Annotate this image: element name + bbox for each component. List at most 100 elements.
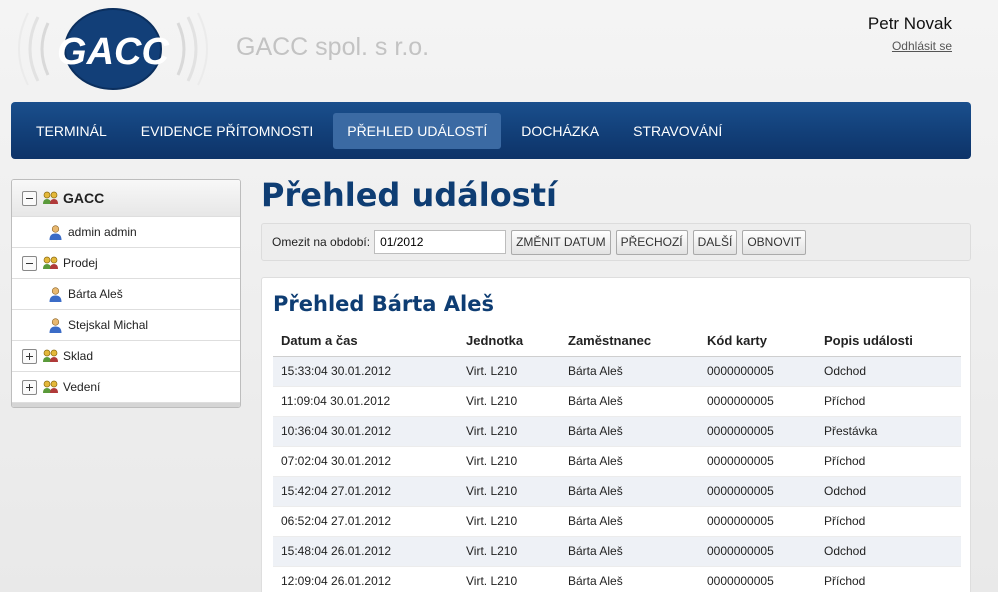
sidebar-tree: GACC admin admin Prodej Bárta Aleš Stejs… [11,179,241,408]
nav-item-catering[interactable]: STRAVOVÁNÍ [619,113,736,149]
table-row[interactable]: 07:02:04 30.01.2012 Virt. L210 Bárta Ale… [273,446,961,477]
cell-datetime: 12:09:04 26.01.2012 [273,566,458,592]
cell-employee: Bárta Aleš [560,476,699,507]
tree-user-admin[interactable]: admin admin [12,217,240,248]
cell-unit: Virt. L210 [458,416,560,447]
user-name: Petr Novak [867,14,952,33]
cell-event: Příchod [816,446,961,477]
tree-group-gacc[interactable]: GACC [12,180,240,217]
cell-datetime: 11:09:04 30.01.2012 [273,386,458,417]
sidebar-footer [12,403,240,407]
change-date-button[interactable]: ZMĚNIT DATUM [511,229,611,255]
collapse-icon[interactable] [22,255,37,271]
nav-item-attendance[interactable]: DOCHÁZKA [507,113,613,149]
tree-group-vedeni[interactable]: Vedení [12,372,240,403]
cell-datetime: 15:42:04 27.01.2012 [273,476,458,507]
cell-event: Příchod [816,566,961,592]
cell-employee: Bárta Aleš [560,416,699,447]
cell-unit: Virt. L210 [458,386,560,417]
cell-event: Odchod [816,476,961,507]
cell-employee: Bárta Aleš [560,536,699,567]
group-icon [43,380,58,393]
cell-card-code: 0000000005 [699,386,816,417]
cell-card-code: 0000000005 [699,506,816,537]
cell-card-code: 0000000005 [699,566,816,592]
table-header-row: Datum a čas Jednotka Zaměstnanec Kód kar… [273,326,961,357]
tree-group-sklad[interactable]: Sklad [12,341,240,372]
period-filter: Omezit na období: ZMĚNIT DATUM PŘECHOZÍ … [261,223,971,261]
tree-user-barta[interactable]: Bárta Aleš [12,279,240,310]
table-row[interactable]: 11:09:04 30.01.2012 Virt. L210 Bárta Ale… [273,386,961,417]
company-name: GACC spol. s r.o. [236,33,430,61]
user-icon [49,317,62,333]
cell-unit: Virt. L210 [458,476,560,507]
cell-event: Příchod [816,386,961,417]
cell-datetime: 10:36:04 30.01.2012 [273,416,458,447]
cell-employee: Bárta Aleš [560,506,699,537]
refresh-button[interactable]: OBNOVIT [742,229,807,255]
table-row[interactable]: 12:09:04 26.01.2012 Virt. L210 Bárta Ale… [273,566,961,592]
events-panel: Přehled Bárta Aleš Datum a čas Jednotka … [261,277,971,592]
tree-label: Prodej [63,256,98,270]
cell-event: Odchod [816,356,961,387]
column-header-employee[interactable]: Zaměstnanec [560,326,699,357]
table-row[interactable]: 15:48:04 26.01.2012 Virt. L210 Bárta Ale… [273,536,961,567]
column-header-card-code[interactable]: Kód karty [699,326,816,357]
cell-card-code: 0000000005 [699,476,816,507]
cell-card-code: 0000000005 [699,356,816,387]
gacc-logo-icon: GACC [18,8,208,90]
collapse-icon[interactable] [22,190,37,206]
page-title: Přehled událostí [261,176,557,214]
cell-card-code: 0000000005 [699,536,816,567]
group-icon [43,191,58,204]
tree-label: Vedení [63,380,101,394]
nav-item-terminal[interactable]: TERMINÁL [22,113,121,149]
cell-card-code: 0000000005 [699,416,816,447]
next-button[interactable]: DALŠÍ [692,229,738,255]
cell-unit: Virt. L210 [458,536,560,567]
table-row[interactable]: 06:52:04 27.01.2012 Virt. L210 Bárta Ale… [273,506,961,537]
cell-event: Přestávka [816,416,961,447]
logout-link[interactable]: Odhlásit se [868,39,952,53]
nav-item-events-overview[interactable]: PŘEHLED UDÁLOSTÍ [333,112,502,149]
cell-unit: Virt. L210 [458,446,560,477]
table-row[interactable]: 15:33:04 30.01.2012 Virt. L210 Bárta Ale… [273,356,961,387]
column-header-unit[interactable]: Jednotka [458,326,560,357]
column-header-event-description[interactable]: Popis události [816,326,961,357]
cell-employee: Bárta Aleš [560,446,699,477]
cell-unit: Virt. L210 [458,506,560,537]
expand-icon[interactable] [22,379,37,395]
tree-label: Bárta Aleš [68,287,123,301]
tree-group-prodej[interactable]: Prodej [12,248,240,279]
cell-employee: Bárta Aleš [560,386,699,417]
period-input[interactable] [374,230,507,254]
cell-datetime: 15:48:04 26.01.2012 [273,536,458,567]
logo-text: GACC [57,31,169,73]
cell-unit: Virt. L210 [458,566,560,592]
group-icon [43,349,58,362]
user-box: Petr Novak Odhlásit se [868,14,952,53]
tree-label: Stejskal Michal [68,318,149,332]
previous-button[interactable]: PŘECHOZÍ [615,229,688,255]
cell-datetime: 06:52:04 27.01.2012 [273,506,458,537]
events-table: Datum a čas Jednotka Zaměstnanec Kód kar… [273,326,961,592]
cell-datetime: 07:02:04 30.01.2012 [273,446,458,477]
header: GACC GACC spol. s r.o. Petr Novak Odhlás… [0,0,998,100]
cell-card-code: 0000000005 [699,446,816,477]
cell-unit: Virt. L210 [458,356,560,387]
main-nav: TERMINÁL EVIDENCE PŘÍTOMNOSTI PŘEHLED UD… [11,102,971,159]
nav-item-evidence[interactable]: EVIDENCE PŘÍTOMNOSTI [127,113,327,149]
cell-employee: Bárta Aleš [560,356,699,387]
tree-label: GACC [63,190,105,206]
tree-user-stejskal[interactable]: Stejskal Michal [12,310,240,341]
tree-label: Sklad [63,349,94,363]
table-row[interactable]: 10:36:04 30.01.2012 Virt. L210 Bárta Ale… [273,416,961,447]
user-icon [49,224,62,240]
user-icon [49,286,62,302]
table-row[interactable]: 15:42:04 27.01.2012 Virt. L210 Bárta Ale… [273,476,961,507]
column-header-datetime[interactable]: Datum a čas [273,326,458,357]
period-label: Omezit na období: [272,235,371,249]
cell-datetime: 15:33:04 30.01.2012 [273,356,458,387]
expand-icon[interactable] [22,348,37,364]
panel-title: Přehled Bárta Aleš [273,292,494,316]
